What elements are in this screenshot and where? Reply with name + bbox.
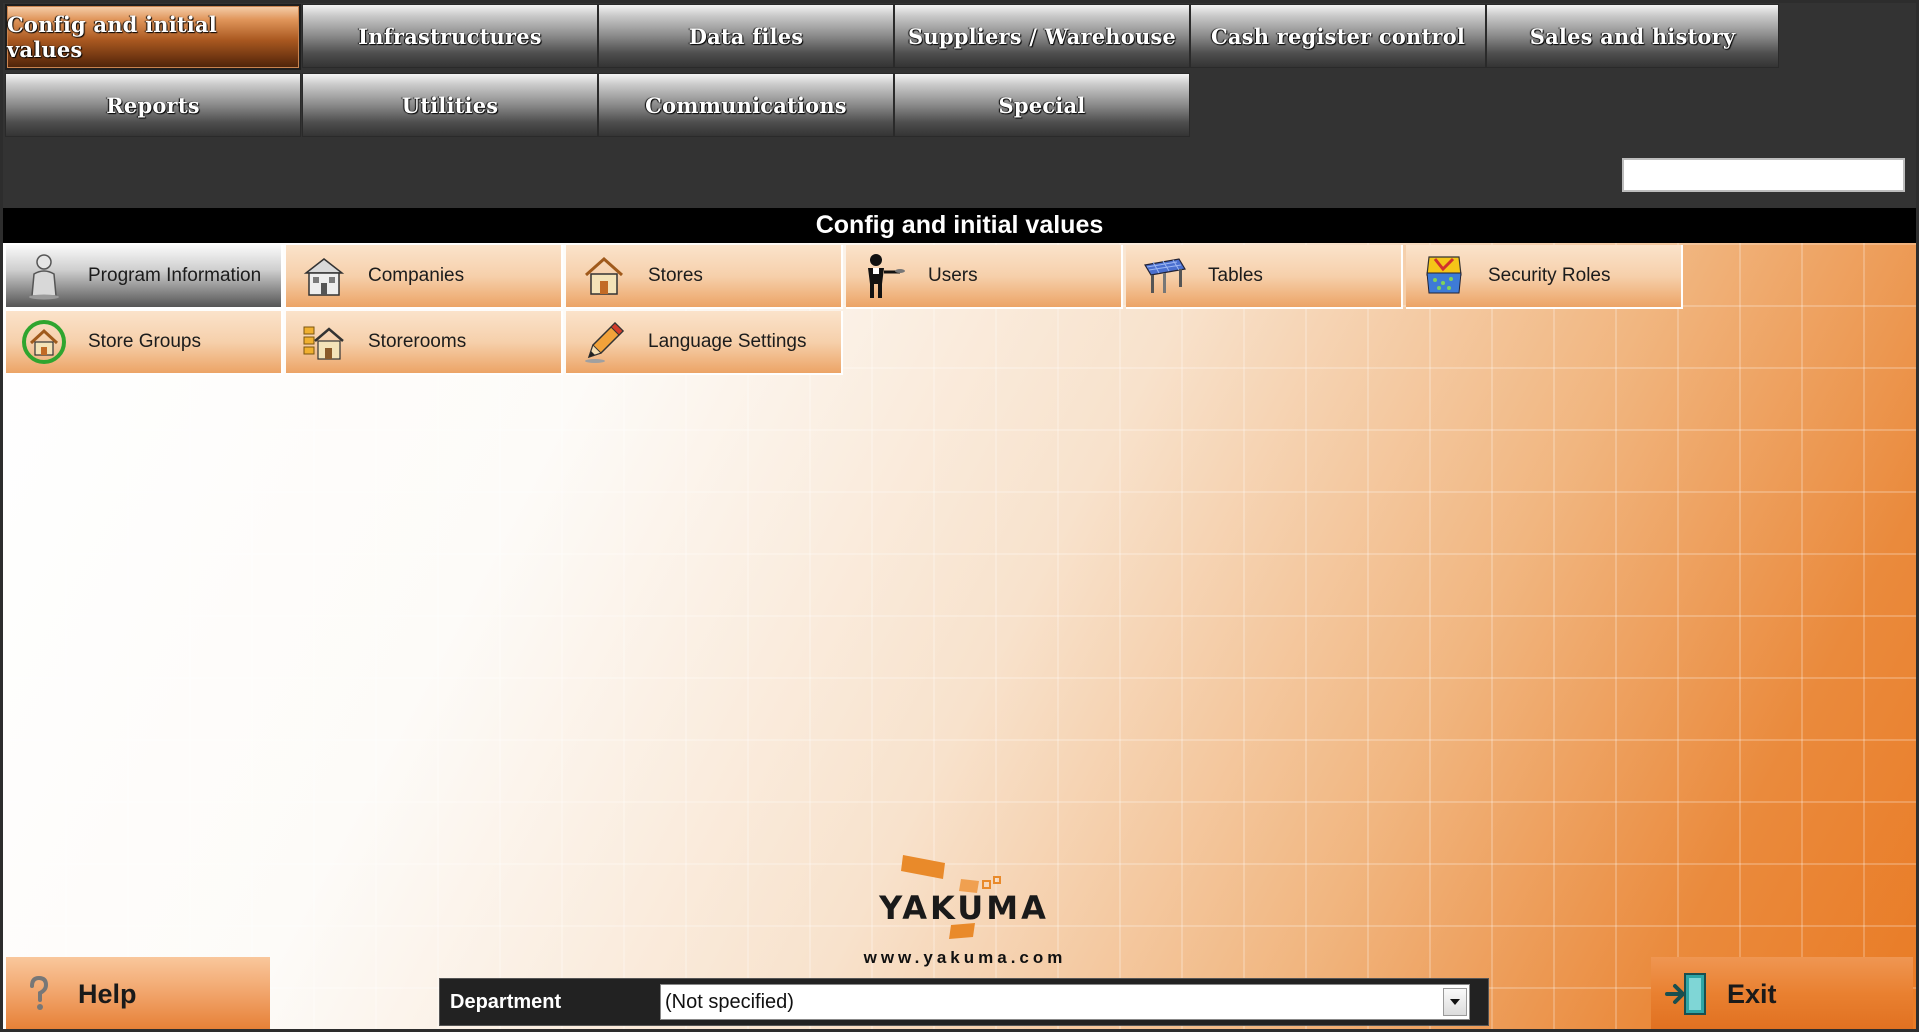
tile-label: Companies <box>368 265 465 286</box>
exit-button[interactable]: Exit <box>1651 957 1913 1029</box>
pencil-icon <box>580 318 628 366</box>
menu-special[interactable]: Special <box>894 73 1190 137</box>
menu-cash-register[interactable]: Cash register control <box>1190 4 1486 68</box>
tile-program-information[interactable]: Program Information <box>6 245 283 309</box>
help-icon <box>28 976 68 1012</box>
tile-label: Security Roles <box>1488 265 1611 286</box>
tile-label: Language Settings <box>648 331 807 352</box>
department-select[interactable]: (Not specified) <box>660 984 1470 1020</box>
tile-stores[interactable]: Stores <box>566 245 843 309</box>
tile-language-settings[interactable]: Language Settings <box>566 311 843 375</box>
house-icon <box>580 252 628 300</box>
menu-reports[interactable]: Reports <box>5 73 301 137</box>
tile-security-roles[interactable]: Security Roles <box>1406 245 1683 309</box>
menu-data-files[interactable]: Data files <box>598 4 894 68</box>
menu-suppliers-warehouse[interactable]: Suppliers / Warehouse <box>894 4 1190 68</box>
logo-url: www.yakuma.com <box>863 948 1067 967</box>
tile-label: Storerooms <box>368 331 467 352</box>
tile-label: Program Information <box>88 265 262 286</box>
menu-infrastructures[interactable]: Infrastructures <box>302 4 598 68</box>
exit-label: Exit <box>1727 978 1777 1009</box>
storeroom-icon <box>300 318 348 366</box>
tile-storerooms[interactable]: Storerooms <box>286 311 563 375</box>
app-window: Config and initial values Infrastructure… <box>3 3 1916 1029</box>
person-info-icon <box>20 252 68 300</box>
tile-companies[interactable]: Companies <box>286 245 563 309</box>
logo-text: YAKUMA <box>878 889 1049 927</box>
exit-door-icon <box>1665 970 1709 1018</box>
security-roles-icon <box>1420 252 1468 300</box>
tile-label: Store Groups <box>88 331 201 352</box>
department-value: (Not specified) <box>665 990 794 1013</box>
department-label: Department <box>450 990 562 1013</box>
table-icon <box>1140 252 1188 300</box>
department-panel: Department (Not specified) <box>439 978 1489 1026</box>
store-group-icon <box>20 318 68 366</box>
menu-config[interactable]: Config and initial values <box>5 4 301 70</box>
menu-communications[interactable]: Communications <box>598 73 894 137</box>
menu-utilities[interactable]: Utilities <box>302 73 598 137</box>
waiter-icon <box>860 252 908 300</box>
section-title: Config and initial values <box>3 208 1916 243</box>
tile-tables[interactable]: Tables <box>1126 245 1403 309</box>
tile-label: Stores <box>648 265 703 286</box>
chevron-down-icon[interactable] <box>1443 988 1467 1016</box>
tile-label: Tables <box>1208 265 1263 286</box>
tile-users[interactable]: Users <box>846 245 1123 309</box>
building-icon <box>300 252 348 300</box>
help-label: Help <box>78 978 137 1009</box>
content-area: Program Information Companies Stores Use… <box>3 243 1916 1029</box>
tile-label: Users <box>928 265 978 286</box>
search-input[interactable] <box>1622 158 1905 192</box>
menu-sales-history[interactable]: Sales and history <box>1486 4 1779 68</box>
help-button[interactable]: Help <box>6 957 270 1029</box>
tile-store-groups[interactable]: Store Groups <box>6 311 283 375</box>
